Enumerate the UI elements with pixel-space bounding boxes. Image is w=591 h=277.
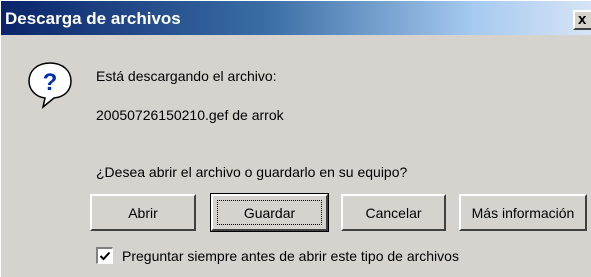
focus-rectangle <box>217 200 322 225</box>
always-ask-label[interactable]: Preguntar siempre antes de abrir este ti… <box>122 248 459 264</box>
open-or-save-question: ¿Desea abrir el archivo o guardarlo en s… <box>96 164 408 180</box>
window-title: Descarga de archivos <box>5 9 181 28</box>
always-ask-checkbox[interactable] <box>96 247 113 264</box>
download-dialog: Descarga de archivos x ? Está descargand… <box>0 0 591 277</box>
save-button[interactable]: Guardar <box>210 193 329 232</box>
question-mark-icon: ? <box>23 57 77 111</box>
title-bar[interactable]: Descarga de archivos x <box>1 1 591 35</box>
open-button[interactable]: Abrir <box>90 194 196 231</box>
checkmark-icon <box>99 251 111 261</box>
close-icon: x <box>578 11 587 28</box>
open-button-label: Abrir <box>128 204 158 221</box>
more-info-button-label: Más información <box>471 204 575 221</box>
file-name: 20050726150210.gef de arrok <box>96 107 284 123</box>
cancel-button-label: Cancelar <box>365 204 422 221</box>
close-button[interactable]: x <box>573 10 591 30</box>
cancel-button[interactable]: Cancelar <box>341 194 446 231</box>
svg-text:?: ? <box>43 69 58 96</box>
more-info-button[interactable]: Más información <box>459 194 587 231</box>
download-message: Está descargando el archivo: <box>96 68 277 84</box>
